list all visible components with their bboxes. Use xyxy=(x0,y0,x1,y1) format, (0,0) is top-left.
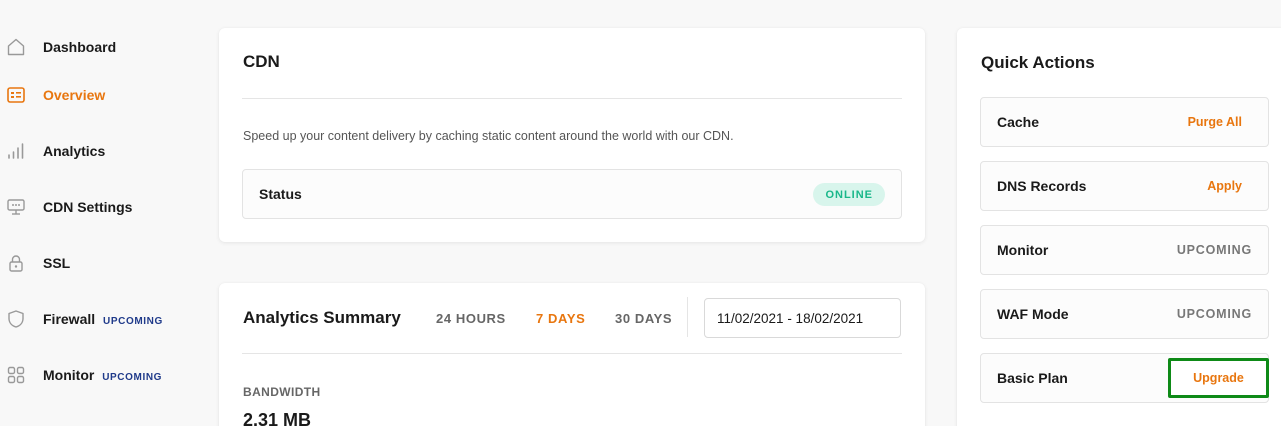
sidebar-item-label: Overview xyxy=(43,87,106,103)
sidebar-item-ssl[interactable]: SSL xyxy=(0,247,200,279)
apply-button[interactable]: Apply xyxy=(1207,179,1242,193)
quick-action-waf-mode: WAF Mode UPCOMING xyxy=(980,289,1269,339)
sidebar-item-label-wrap: Monitor UPCOMING xyxy=(43,367,162,383)
purge-all-button[interactable]: Purge All xyxy=(1188,115,1242,129)
upcoming-tag: UPCOMING xyxy=(103,316,163,327)
lock-icon xyxy=(6,253,26,273)
sidebar-item-cdn-settings[interactable]: CDN Settings xyxy=(0,191,200,223)
quick-actions-title: Quick Actions xyxy=(981,53,1095,72)
sidebar-item-label: SSL xyxy=(43,255,71,271)
quick-action-basic-plan: Basic Plan Upgrade xyxy=(980,353,1269,403)
sidebar-item-label: CDN Settings xyxy=(43,199,133,215)
sidebar-item-overview[interactable]: Overview xyxy=(0,79,200,111)
status-label: Status xyxy=(259,186,302,202)
cdn-title: CDN xyxy=(243,52,280,71)
cdn-description: Speed up your content delivery by cachin… xyxy=(243,129,734,143)
sidebar-item-dashboard[interactable]: Dashboard xyxy=(0,31,200,63)
sidebar-item-analytics[interactable]: Analytics xyxy=(0,135,200,167)
quick-action-label: DNS Records xyxy=(997,178,1087,194)
sidebar-item-monitor[interactable]: Monitor UPCOMING xyxy=(0,359,200,391)
status-row: Status ONLINE xyxy=(242,169,902,219)
quick-action-cache: Cache Purge All xyxy=(980,97,1269,147)
sidebar-item-label: Dashboard xyxy=(43,39,117,55)
range-24-hours[interactable]: 24 HOURS xyxy=(436,311,506,326)
shield-icon xyxy=(6,309,26,329)
upcoming-label: UPCOMING xyxy=(1176,307,1252,321)
divider xyxy=(242,98,902,99)
bars-icon xyxy=(6,141,26,161)
quick-action-label: Basic Plan xyxy=(997,370,1068,386)
quick-action-label: Monitor xyxy=(997,242,1049,258)
upcoming-tag: UPCOMING xyxy=(102,372,163,383)
sidebar-item-label: Firewall xyxy=(43,311,96,327)
quick-actions-card: Quick Actions Cache Purge All DNS Record… xyxy=(957,28,1281,426)
app-root: Dashboard Overview Analytics CDN Setting… xyxy=(0,0,1281,426)
grid-icon xyxy=(6,365,26,385)
overview-icon xyxy=(6,85,26,105)
quick-action-dns-records: DNS Records Apply xyxy=(980,161,1269,211)
analytics-title: Analytics Summary xyxy=(243,308,401,327)
divider xyxy=(687,297,688,337)
upcoming-label: UPCOMING xyxy=(1176,243,1252,257)
sidebar-item-label: Analytics xyxy=(43,143,106,159)
status-badge: ONLINE xyxy=(813,183,885,206)
range-30-days[interactable]: 30 DAYS xyxy=(615,311,672,326)
quick-action-label: WAF Mode xyxy=(997,306,1069,322)
cdn-card: CDN Speed up your content delivery by ca… xyxy=(219,28,925,242)
home-icon xyxy=(6,37,26,57)
bandwidth-value: 2.31 MB xyxy=(243,410,312,426)
date-range-input[interactable]: 11/02/2021 - 18/02/2021 xyxy=(704,298,901,338)
sidebar: Dashboard Overview Analytics CDN Setting… xyxy=(0,0,210,426)
quick-action-monitor: Monitor UPCOMING xyxy=(980,225,1269,275)
upgrade-button[interactable]: Upgrade xyxy=(1168,358,1269,398)
range-7-days[interactable]: 7 DAYS xyxy=(536,311,585,326)
bandwidth-label: BANDWIDTH xyxy=(243,385,321,399)
analytics-summary-card: Analytics Summary 24 HOURS 7 DAYS 30 DAY… xyxy=(219,283,925,426)
sidebar-item-label: Monitor xyxy=(43,367,95,383)
quick-action-label: Cache xyxy=(997,114,1040,130)
divider xyxy=(242,353,902,354)
monitor-settings-icon xyxy=(6,197,26,217)
sidebar-item-label-wrap: Firewall UPCOMING xyxy=(43,311,163,327)
sidebar-item-firewall[interactable]: Firewall UPCOMING xyxy=(0,303,200,335)
